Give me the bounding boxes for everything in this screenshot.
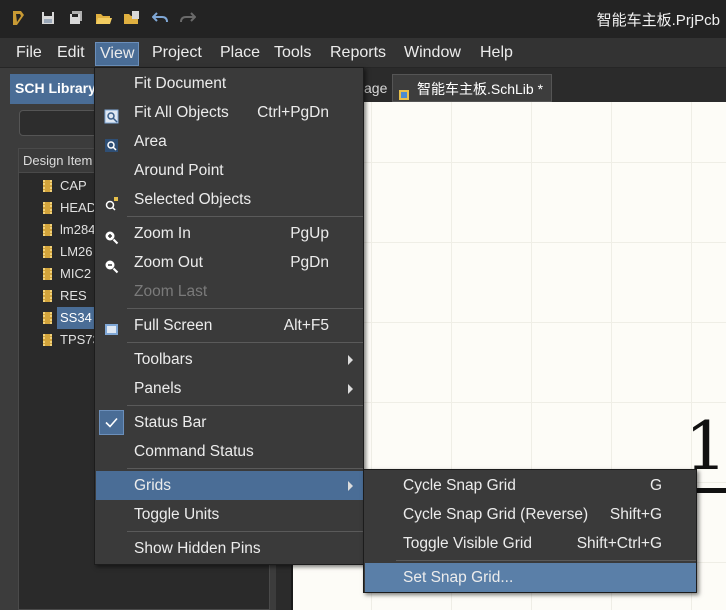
submenu-arrow-icon: [348, 481, 353, 491]
menu-item-show-hidden-pins[interactable]: Show Hidden Pins: [96, 534, 363, 563]
menu-item-full-screen[interactable]: Full Screen Alt+F5: [96, 311, 363, 340]
menu-item-zoom-last: Zoom Last: [134, 283, 208, 300]
menu-item-zoom-out[interactable]: Zoom Out PgDn: [96, 248, 363, 277]
menu-separator: [396, 560, 696, 561]
menu-place[interactable]: Place: [216, 42, 264, 66]
menu-separator: [127, 405, 363, 406]
tab-schlib[interactable]: 智能车主板.SchLib *: [392, 74, 553, 102]
open-icon[interactable]: [94, 8, 114, 28]
selected-objects-icon: [104, 192, 119, 211]
open-project-icon[interactable]: [122, 8, 142, 28]
menu-item-fit-document[interactable]: Fit Document: [96, 69, 363, 98]
tab-home-page[interactable]: age: [364, 74, 387, 102]
redo-icon: [178, 8, 198, 28]
menu-item-status-bar[interactable]: Status Bar: [96, 408, 363, 437]
save-icon[interactable]: [38, 8, 58, 28]
fit-all-objects-icon: [104, 105, 119, 124]
save-all-icon[interactable]: [66, 8, 86, 28]
full-screen-icon: [104, 318, 119, 335]
tab-label: 智能车主板.SchLib *: [417, 81, 544, 97]
menu-item-cycle-snap-grid-reverse[interactable]: Cycle Snap Grid (Reverse) Shift+G: [365, 500, 696, 529]
component-icon: [43, 224, 52, 236]
menu-item-cycle-snap-grid[interactable]: Cycle Snap Grid G: [365, 471, 696, 500]
menu-window[interactable]: Window: [400, 42, 465, 66]
menu-item-command-status[interactable]: Command Status: [96, 437, 363, 466]
zoom-out-icon: [104, 255, 119, 274]
component-icon: [43, 312, 52, 324]
menu-item-toggle-visible-grid[interactable]: Toggle Visible Grid Shift+Ctrl+G: [365, 529, 696, 558]
menu-item-grids[interactable]: Grids: [96, 471, 363, 500]
component-icon: [43, 180, 52, 192]
checkmark-icon: [99, 410, 124, 435]
menu-project[interactable]: Project: [148, 42, 206, 66]
menu-item-panels[interactable]: Panels: [96, 374, 363, 403]
grids-submenu: Cycle Snap Grid G Cycle Snap Grid (Rever…: [363, 469, 697, 593]
menu-edit[interactable]: Edit: [53, 42, 89, 66]
component-icon: [43, 334, 52, 346]
menu-item-area[interactable]: Area: [96, 127, 363, 156]
panel-title: SCH Library: [15, 80, 96, 96]
menu-separator: [127, 308, 363, 309]
pin-line: [695, 488, 726, 493]
menu-item-toggle-units[interactable]: Toggle Units: [96, 500, 363, 529]
window-title: 智能车主板.PrjPcb: [596, 12, 720, 29]
component-icon: [43, 290, 52, 302]
zoom-in-icon: [104, 226, 119, 245]
submenu-arrow-icon: [348, 355, 353, 365]
schlib-file-icon: [398, 82, 410, 100]
submenu-arrow-icon: [348, 384, 353, 394]
menu-view[interactable]: View: [95, 42, 140, 66]
menu-tools[interactable]: Tools: [270, 42, 315, 66]
menu-separator: [127, 216, 363, 217]
menu-item-around-point[interactable]: Around Point: [96, 156, 363, 185]
component-icon: [43, 246, 52, 258]
menu-item-selected-objects[interactable]: Selected Objects: [96, 185, 363, 214]
menu-separator: [127, 468, 363, 469]
zoom-area-icon: [104, 134, 119, 152]
menu-bar: File Edit View Project Place Tools Repor…: [0, 38, 726, 68]
title-bar: 智能车主板.PrjPcb: [0, 0, 726, 38]
menu-item-zoom-in[interactable]: Zoom In PgUp: [96, 219, 363, 248]
menu-item-fit-all-objects[interactable]: Fit All Objects Ctrl+PgDn: [96, 98, 363, 127]
component-icon: [43, 202, 52, 214]
menu-reports[interactable]: Reports: [326, 42, 390, 66]
menu-separator: [127, 342, 363, 343]
undo-icon[interactable]: [150, 8, 170, 28]
app-logo-icon: [8, 8, 28, 28]
menu-item-toolbars[interactable]: Toolbars: [96, 345, 363, 374]
menu-item-set-snap-grid[interactable]: Set Snap Grid...: [365, 563, 696, 592]
view-menu-dropdown: Fit Document Fit All Objects Ctrl+PgDn A…: [94, 67, 364, 565]
menu-help[interactable]: Help: [476, 42, 517, 66]
menu-file[interactable]: File: [12, 42, 46, 66]
menu-separator: [127, 531, 363, 532]
component-icon: [43, 268, 52, 280]
